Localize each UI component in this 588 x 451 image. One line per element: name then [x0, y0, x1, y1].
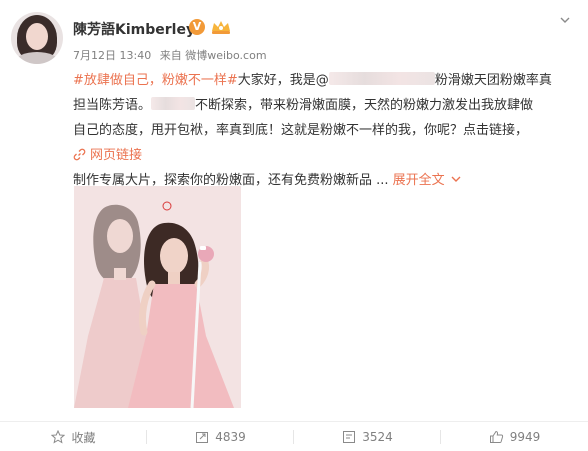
post-meta: 7月12日 13:40 来自 微博weibo.com	[73, 47, 272, 63]
comment-count: 3524	[362, 430, 393, 444]
redacted-mention	[328, 72, 435, 85]
like-button[interactable]: 9949	[441, 422, 588, 451]
post-line-2: 担当陈芳语。 不断探索，带来粉滑嫩面膜，天然的粉嫩力激发出我放肆做	[73, 93, 583, 118]
post-line-1: #放肆做自己，粉嫩不一样#大家好，我是@ 粉滑嫩天团粉嫩率真	[73, 68, 583, 93]
post-text-segment: 大家好，我是@	[237, 73, 329, 88]
web-link[interactable]: 网页链接	[73, 148, 142, 163]
repost-icon	[196, 432, 209, 443]
post-image[interactable]	[74, 186, 241, 408]
chevron-down-icon[interactable]	[560, 15, 570, 25]
expand-full-text-button[interactable]: 展开全文	[393, 173, 461, 188]
action-bar: 收藏 4839 3524 9949	[0, 421, 588, 451]
member-crown-icon[interactable]	[210, 19, 232, 35]
post-line-3: 自己的态度，甩开包袱，率真到底！这就是粉嫩不一样的我，你呢？点击链接，	[73, 123, 529, 138]
comment-button[interactable]: 3524	[294, 422, 441, 451]
post-line-4: 网页链接	[73, 143, 583, 168]
repost-count: 4839	[215, 430, 246, 444]
username[interactable]: 陳芳語Kimberley	[73, 19, 195, 39]
comment-icon	[343, 431, 356, 443]
avatar-face	[26, 23, 48, 50]
star-icon	[51, 430, 66, 444]
post-source[interactable]: 来自 微博weibo.com	[160, 49, 267, 62]
link-icon	[73, 148, 86, 161]
web-link-label: 网页链接	[90, 148, 143, 163]
post-photo-illustration	[74, 186, 241, 408]
redacted-text	[151, 97, 196, 110]
favorite-button[interactable]: 收藏	[0, 422, 147, 451]
post-text-segment: 粉滑嫩天团粉嫩率真	[434, 73, 552, 88]
hashtag-link[interactable]: #放肆做自己，粉嫩不一样#	[73, 73, 238, 88]
favorite-label: 收藏	[71, 430, 96, 445]
post-text-segment: 担当陈芳语。	[73, 98, 152, 113]
like-count: 9949	[509, 430, 541, 444]
verified-badge: V	[189, 19, 205, 35]
repost-button[interactable]: 4839	[147, 422, 294, 451]
avatar[interactable]	[11, 12, 63, 64]
expand-label: 展开全文	[392, 173, 445, 188]
post-text: #放肆做自己，粉嫩不一样#大家好，我是@ 粉滑嫩天团粉嫩率真 担当陈芳语。 不断探索…	[73, 68, 583, 193]
chevron-down-icon	[451, 176, 461, 182]
post-date[interactable]: 7月12日 13:40	[73, 49, 151, 62]
post-text-segment: 不断探索，带来粉滑嫩面膜，天然的粉嫩力激发出我放肆做	[195, 98, 534, 113]
thumbs-up-icon	[489, 430, 503, 443]
